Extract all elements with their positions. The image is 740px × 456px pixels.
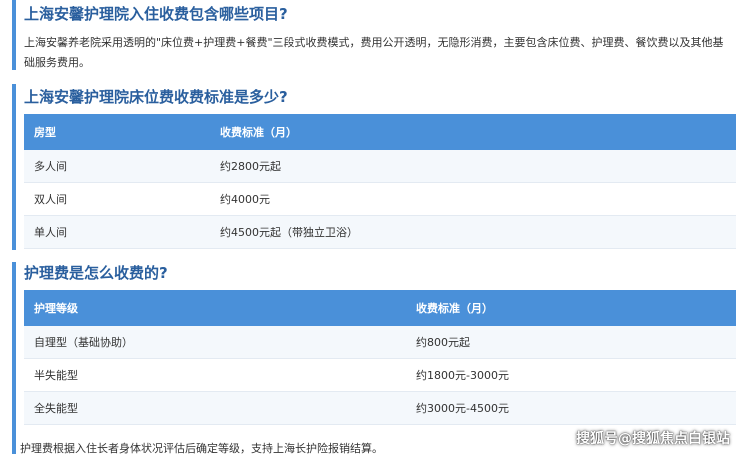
room-type-cell: 多人间 xyxy=(24,150,210,183)
bed-fee-table: 房型 收费标准（月） 多人间 约2800元起 双人间 约4000元 单人间 约4… xyxy=(24,114,736,249)
table-header-cell: 收费标准（月） xyxy=(210,114,736,150)
table-header-row: 护理等级 收费标准（月） xyxy=(24,290,736,326)
table-header-cell: 收费标准（月） xyxy=(406,290,736,326)
table-row: 全失能型 约3000元-4500元 xyxy=(24,391,736,425)
table-header-cell: 房型 xyxy=(24,114,210,150)
section-care-fees: 护理费是怎么收费的? 护理等级 收费标准（月） 自理型（基础协助） 约800元起… xyxy=(12,262,736,454)
section-title: 上海安馨护理院入住收费包含哪些项目? xyxy=(24,5,288,23)
table-row: 多人间 约2800元起 xyxy=(24,150,736,183)
table-row: 双人间 约4000元 xyxy=(24,182,736,216)
room-type-cell: 双人间 xyxy=(24,182,210,216)
section-title: 上海安馨护理院床位费收费标准是多少? xyxy=(24,88,288,106)
table-row: 自理型（基础协助） 约800元起 xyxy=(24,326,736,359)
section-included-items: 上海安馨护理院入住收费包含哪些项目? 上海安馨养老院采用透明的"床位费+护理费+… xyxy=(12,0,736,70)
fee-cell: 约3000元-4500元 xyxy=(406,391,736,425)
section-paragraph: 上海安馨养老院采用透明的"床位费+护理费+餐费"三段式收费模式，费用公开透明，无… xyxy=(24,36,724,69)
care-level-cell: 全失能型 xyxy=(24,391,406,425)
table-header-cell: 护理等级 xyxy=(24,290,406,326)
care-level-cell: 自理型（基础协助） xyxy=(24,326,406,359)
care-level-cell: 半失能型 xyxy=(24,358,406,392)
section-bed-fees: 上海安馨护理院床位费收费标准是多少? 房型 收费标准（月） 多人间 约2800元… xyxy=(12,84,736,250)
fee-cell: 约4000元 xyxy=(210,182,736,216)
table-row: 单人间 约4500元起（带独立卫浴） xyxy=(24,215,736,249)
care-fee-table: 护理等级 收费标准（月） 自理型（基础协助） 约800元起 半失能型 约1800… xyxy=(24,290,736,425)
watermark: 搜狐号@搜狐焦点白银站 xyxy=(576,431,730,447)
section-title: 护理费是怎么收费的? xyxy=(24,264,168,282)
table-row: 半失能型 约1800元-3000元 xyxy=(24,358,736,392)
fee-cell: 约2800元起 xyxy=(210,150,736,183)
fee-cell: 约4500元起（带独立卫浴） xyxy=(210,215,736,249)
fee-cell: 约1800元-3000元 xyxy=(406,358,736,392)
fee-cell: 约800元起 xyxy=(406,326,736,359)
table-header-row: 房型 收费标准（月） xyxy=(24,114,736,150)
room-type-cell: 单人间 xyxy=(24,215,210,249)
